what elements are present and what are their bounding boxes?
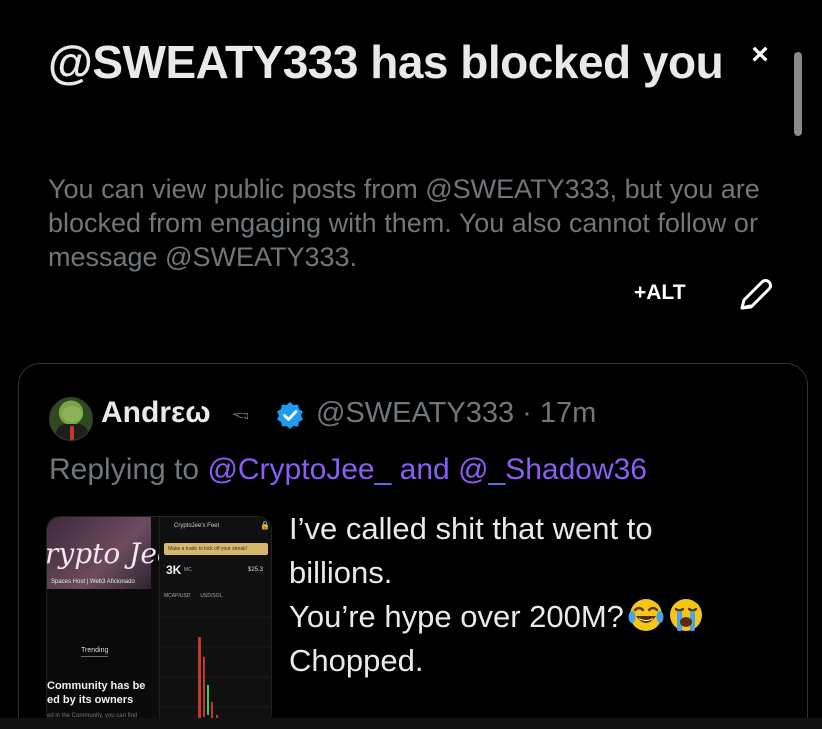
display-name[interactable]: Andrεω bbox=[101, 396, 211, 430]
pencil-icon bbox=[740, 279, 772, 310]
thumbnail-feed-title: CryptoJee's Feet bbox=[174, 523, 220, 529]
mention-link-shadow36[interactable]: @_Shadow36 bbox=[458, 453, 647, 486]
post-text-line: billions. bbox=[289, 555, 393, 590]
lock-icon: 🔒 bbox=[260, 521, 270, 530]
scrollbar[interactable] bbox=[794, 52, 802, 136]
thumbnail-mc-value: 3K bbox=[166, 563, 182, 577]
thumbnail-banner: rypto Jee Spaces Host | Web3 Aficionado bbox=[47, 517, 174, 589]
thumbnail-community-line-1: Community has be bbox=[47, 680, 146, 692]
thumbnail-tab: USD/SOL bbox=[200, 593, 223, 599]
edit-button[interactable] bbox=[734, 274, 776, 316]
close-icon[interactable]: × bbox=[740, 38, 780, 72]
loudly-crying-emoji-icon bbox=[668, 597, 704, 633]
replying-to-line: Replying to @CryptoJee_ and @_Shadow36 bbox=[49, 453, 647, 487]
post-text-line: Chopped. bbox=[289, 643, 424, 678]
verified-badge-icon bbox=[277, 402, 303, 429]
thumbnail-mc-label: MC bbox=[184, 567, 192, 573]
replying-prefix: Replying to bbox=[49, 453, 200, 486]
laughing-tears-emoji-icon bbox=[628, 597, 664, 633]
handle-and-timestamp[interactable]: @SWEATY333 · 17m bbox=[316, 397, 596, 430]
mention-link-cryptojee[interactable]: @CryptoJee_ bbox=[207, 453, 391, 486]
thumbnail-community-text: Community has be ed by its owners bbox=[47, 679, 167, 707]
pointing-hand-icon: 🖘 bbox=[233, 402, 250, 427]
post-text: I’ve called shit that went to billions. … bbox=[289, 507, 789, 683]
attached-image[interactable]: rypto Jee Spaces Host | Web3 Aficionado … bbox=[46, 516, 272, 726]
thumbnail-price: $25.3 bbox=[248, 567, 264, 573]
blocked-dialog: @SWEATY333 has blocked you × You can vie… bbox=[0, 0, 822, 729]
thumbnail-community-line-2: ed by its owners bbox=[47, 694, 134, 706]
avatar[interactable] bbox=[49, 397, 93, 441]
thumbnail-feed-panel: CryptoJee's Feet 🔒 Make a trade to kick … bbox=[159, 517, 271, 725]
quoted-post-card[interactable]: Andrεω 🖘 @SWEATY333 · 17m Replying to @C… bbox=[18, 363, 808, 729]
thumbnail-profile-panel: rypto Jee Spaces Host | Web3 Aficionado … bbox=[47, 517, 174, 725]
thumbnail-trade-banner: Make a trade to kick off your streak! bbox=[164, 543, 268, 555]
thumbnail-price-chart bbox=[160, 616, 271, 725]
dialog-subtitle: You can view public posts from @SWEATY33… bbox=[48, 174, 760, 272]
post-text-line: I’ve called shit that went to bbox=[289, 511, 653, 546]
post-text-line-with-emojis: You’re hype over 200M? bbox=[289, 595, 789, 639]
thumbnail-trending-tab: Trending bbox=[81, 647, 109, 657]
dialog-title: @SWEATY333 has blocked you bbox=[48, 36, 724, 88]
bottom-edge bbox=[0, 718, 822, 729]
thumbnail-banner-sub: Spaces Host | Web3 Aficionado bbox=[51, 579, 135, 585]
post-text-line: You’re hype over 200M? bbox=[289, 599, 624, 634]
thumbnail-tab: MCAP/USD bbox=[164, 593, 191, 599]
replying-and: and bbox=[399, 453, 450, 486]
thumbnail-banner-text: rypto Jee bbox=[46, 537, 174, 570]
thumbnail-chart-tabs: MCAP/USD USD/SOL bbox=[160, 593, 271, 599]
alt-text-button[interactable]: +ALT bbox=[634, 281, 686, 305]
